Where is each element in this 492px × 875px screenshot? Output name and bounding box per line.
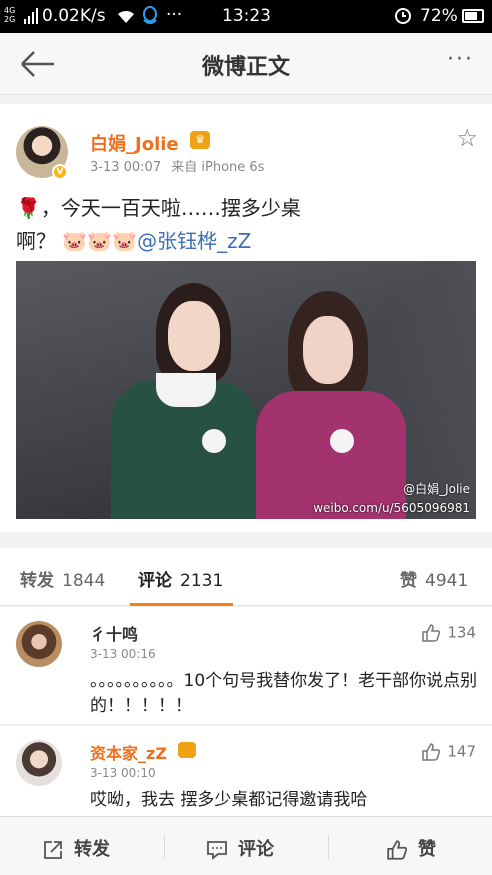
vip-crown-icon: ♛ bbox=[190, 131, 210, 149]
post-text: 🌹，今天一百天啦……摆多少桌 啊？ 🐷🐷🐷@张钰桦_zZ bbox=[16, 192, 356, 258]
wifi-icon bbox=[116, 8, 136, 28]
pig-emoji-icon: 🐷🐷🐷 bbox=[62, 229, 138, 253]
network-speed: 0.02K/s bbox=[42, 6, 106, 26]
image-watermark-user: @白娟_Jolie bbox=[403, 482, 470, 496]
rose-emoji-icon: 🌹 bbox=[16, 196, 41, 220]
qq-icon bbox=[142, 6, 158, 30]
comment-text: 哎呦，我去 摆多少桌都记得邀请我哈 bbox=[90, 790, 368, 810]
share-icon bbox=[44, 841, 62, 859]
comment-like-button[interactable]: 147 bbox=[421, 742, 476, 762]
post-text-line2: 啊？ bbox=[16, 229, 56, 253]
repost-button[interactable]: 转发 bbox=[42, 835, 110, 861]
comment-text: 。。。。。。。。。。10个句号我替你发了！老干部你说点别的！！！！！ bbox=[90, 671, 478, 716]
alarm-icon bbox=[393, 5, 413, 30]
more-notifications-icon: ··· bbox=[166, 5, 183, 25]
mention-link[interactable]: @张钰桦_zZ bbox=[137, 229, 251, 253]
thumbs-up-icon bbox=[387, 840, 408, 860]
tab-likes[interactable]: 赞 4941 bbox=[400, 566, 468, 591]
comment-icon bbox=[207, 841, 227, 860]
thumbs-up-icon bbox=[422, 743, 441, 761]
active-tab-indicator bbox=[130, 603, 233, 606]
post-date: 3-13 00:07 bbox=[90, 160, 162, 175]
post-image[interactable]: @白娟_Jolie weibo.com/u/5605096981 bbox=[16, 261, 476, 519]
vip-crown-icon bbox=[178, 742, 196, 758]
comment-like-button[interactable]: 134 bbox=[421, 623, 476, 643]
post-meta: 3-13 00:07 来自 iPhone 6s bbox=[90, 156, 264, 175]
favorite-star-icon[interactable]: ☆ bbox=[456, 124, 478, 152]
weibo-post: V 白娟_Jolie ♛ 3-13 00:07 来自 iPhone 6s ☆ 🌹… bbox=[0, 104, 492, 532]
commenter-avatar[interactable] bbox=[16, 621, 62, 667]
comment-item: 资本家_zZ 3-13 00:10 哎呦，我去 摆多少桌都记得邀请我哈 147 bbox=[0, 726, 492, 816]
commenter-name[interactable]: 资本家_zZ bbox=[90, 740, 167, 764]
post-text-line1: ，今天一百天啦……摆多少桌 bbox=[40, 196, 301, 220]
page-title: 微博正文 bbox=[201, 55, 290, 80]
bottom-toolbar: 转发 评论 赞 bbox=[0, 816, 492, 875]
status-bar: 4G 2G 0.02K/s ··· 13:23 72% bbox=[0, 0, 492, 33]
author-name[interactable]: 白娟_Jolie bbox=[90, 130, 179, 156]
signal-icon bbox=[24, 8, 38, 24]
comment-item: 彳十鸣 3-13 00:16 。。。。。。。。。。10个句号我替你发了！老干部你… bbox=[0, 607, 492, 725]
clock: 13:23 bbox=[222, 6, 271, 26]
toolbar-divider bbox=[328, 835, 329, 859]
network-type: 4G 2G bbox=[4, 6, 16, 24]
battery-percent: 72% bbox=[420, 6, 458, 26]
tab-comments[interactable]: 评论 2131 bbox=[138, 566, 223, 591]
thumbs-up-icon bbox=[422, 624, 441, 642]
comment-time: 3-13 00:10 bbox=[90, 766, 156, 780]
post-source: 来自 iPhone 6s bbox=[171, 160, 265, 175]
image-watermark-url: weibo.com/u/5605096981 bbox=[313, 501, 470, 515]
interaction-tabs: 转发 1844 评论 2131 赞 4941 bbox=[0, 548, 492, 606]
comment-button[interactable]: 评论 bbox=[206, 835, 274, 861]
tab-reposts[interactable]: 转发 1844 bbox=[20, 566, 105, 591]
battery-icon bbox=[462, 9, 484, 23]
like-button[interactable]: 赞 bbox=[386, 835, 436, 861]
more-options-icon[interactable]: ··· bbox=[447, 47, 474, 72]
toolbar-divider bbox=[164, 835, 165, 859]
comment-time: 3-13 00:16 bbox=[90, 647, 156, 661]
commenter-name[interactable]: 彳十鸣 bbox=[90, 621, 138, 645]
commenter-avatar[interactable] bbox=[16, 740, 62, 786]
verified-badge-icon: V bbox=[52, 164, 68, 180]
nav-bar: 微博正文 ··· bbox=[0, 33, 492, 95]
